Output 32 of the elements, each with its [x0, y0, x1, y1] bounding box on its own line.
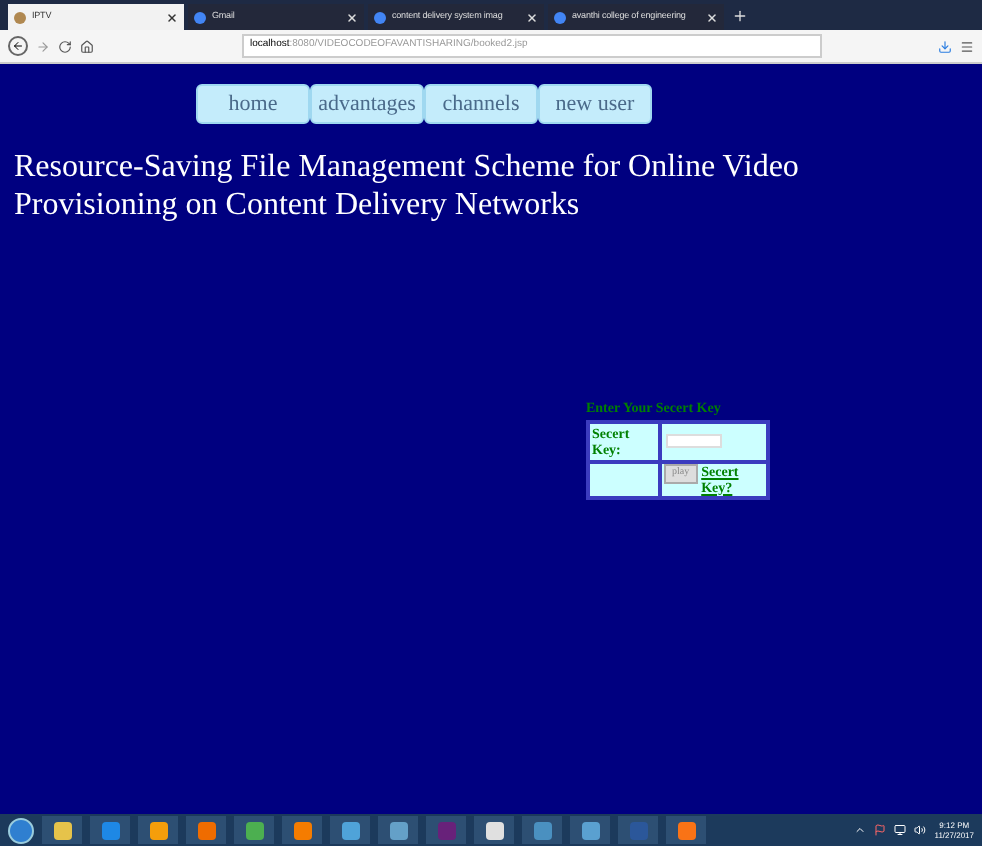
close-icon[interactable]	[166, 11, 178, 23]
tab-favicon-icon	[194, 11, 206, 23]
tab-favicon-icon	[374, 11, 386, 23]
nav-link[interactable]: advantages	[310, 84, 424, 124]
start-button[interactable]	[8, 817, 34, 843]
forward-icon[interactable]	[36, 39, 50, 53]
taskbar-app-icon[interactable]	[330, 816, 370, 844]
menu-icon[interactable]	[960, 39, 974, 53]
taskbar-app-icon[interactable]	[234, 816, 274, 844]
key-field[interactable]	[666, 434, 722, 448]
nav-link[interactable]: home	[196, 84, 310, 124]
nav-link[interactable]: channels	[424, 84, 538, 124]
volume-icon[interactable]	[914, 824, 927, 836]
taskbar-app-icon[interactable]	[474, 816, 514, 844]
taskbar-app-icon[interactable]	[138, 816, 178, 844]
taskbar-app-icon[interactable]	[42, 816, 82, 844]
taskbar-app-icon[interactable]	[378, 816, 418, 844]
taskbar-app-icon[interactable]	[186, 816, 226, 844]
tab-favicon-icon	[14, 11, 26, 23]
taskbar-app-icon[interactable]	[282, 816, 322, 844]
reload-icon[interactable]	[58, 39, 72, 53]
taskbar-app-icon[interactable]	[570, 816, 610, 844]
show-hidden-icon[interactable]	[854, 824, 867, 836]
flag-icon[interactable]	[874, 824, 887, 836]
download-icon[interactable]	[938, 39, 952, 53]
taskbar-app-icon[interactable]	[666, 816, 706, 844]
back-icon[interactable]	[8, 36, 28, 56]
tab-favicon-icon	[554, 11, 566, 23]
home-icon[interactable]	[80, 39, 94, 53]
page-heading: Resource-Saving File Management Scheme for Online Video Provisioning on Content Delivery Networks	[12, 148, 801, 224]
new-tab-icon[interactable]	[732, 8, 748, 24]
nav-link[interactable]: new user	[538, 84, 652, 124]
